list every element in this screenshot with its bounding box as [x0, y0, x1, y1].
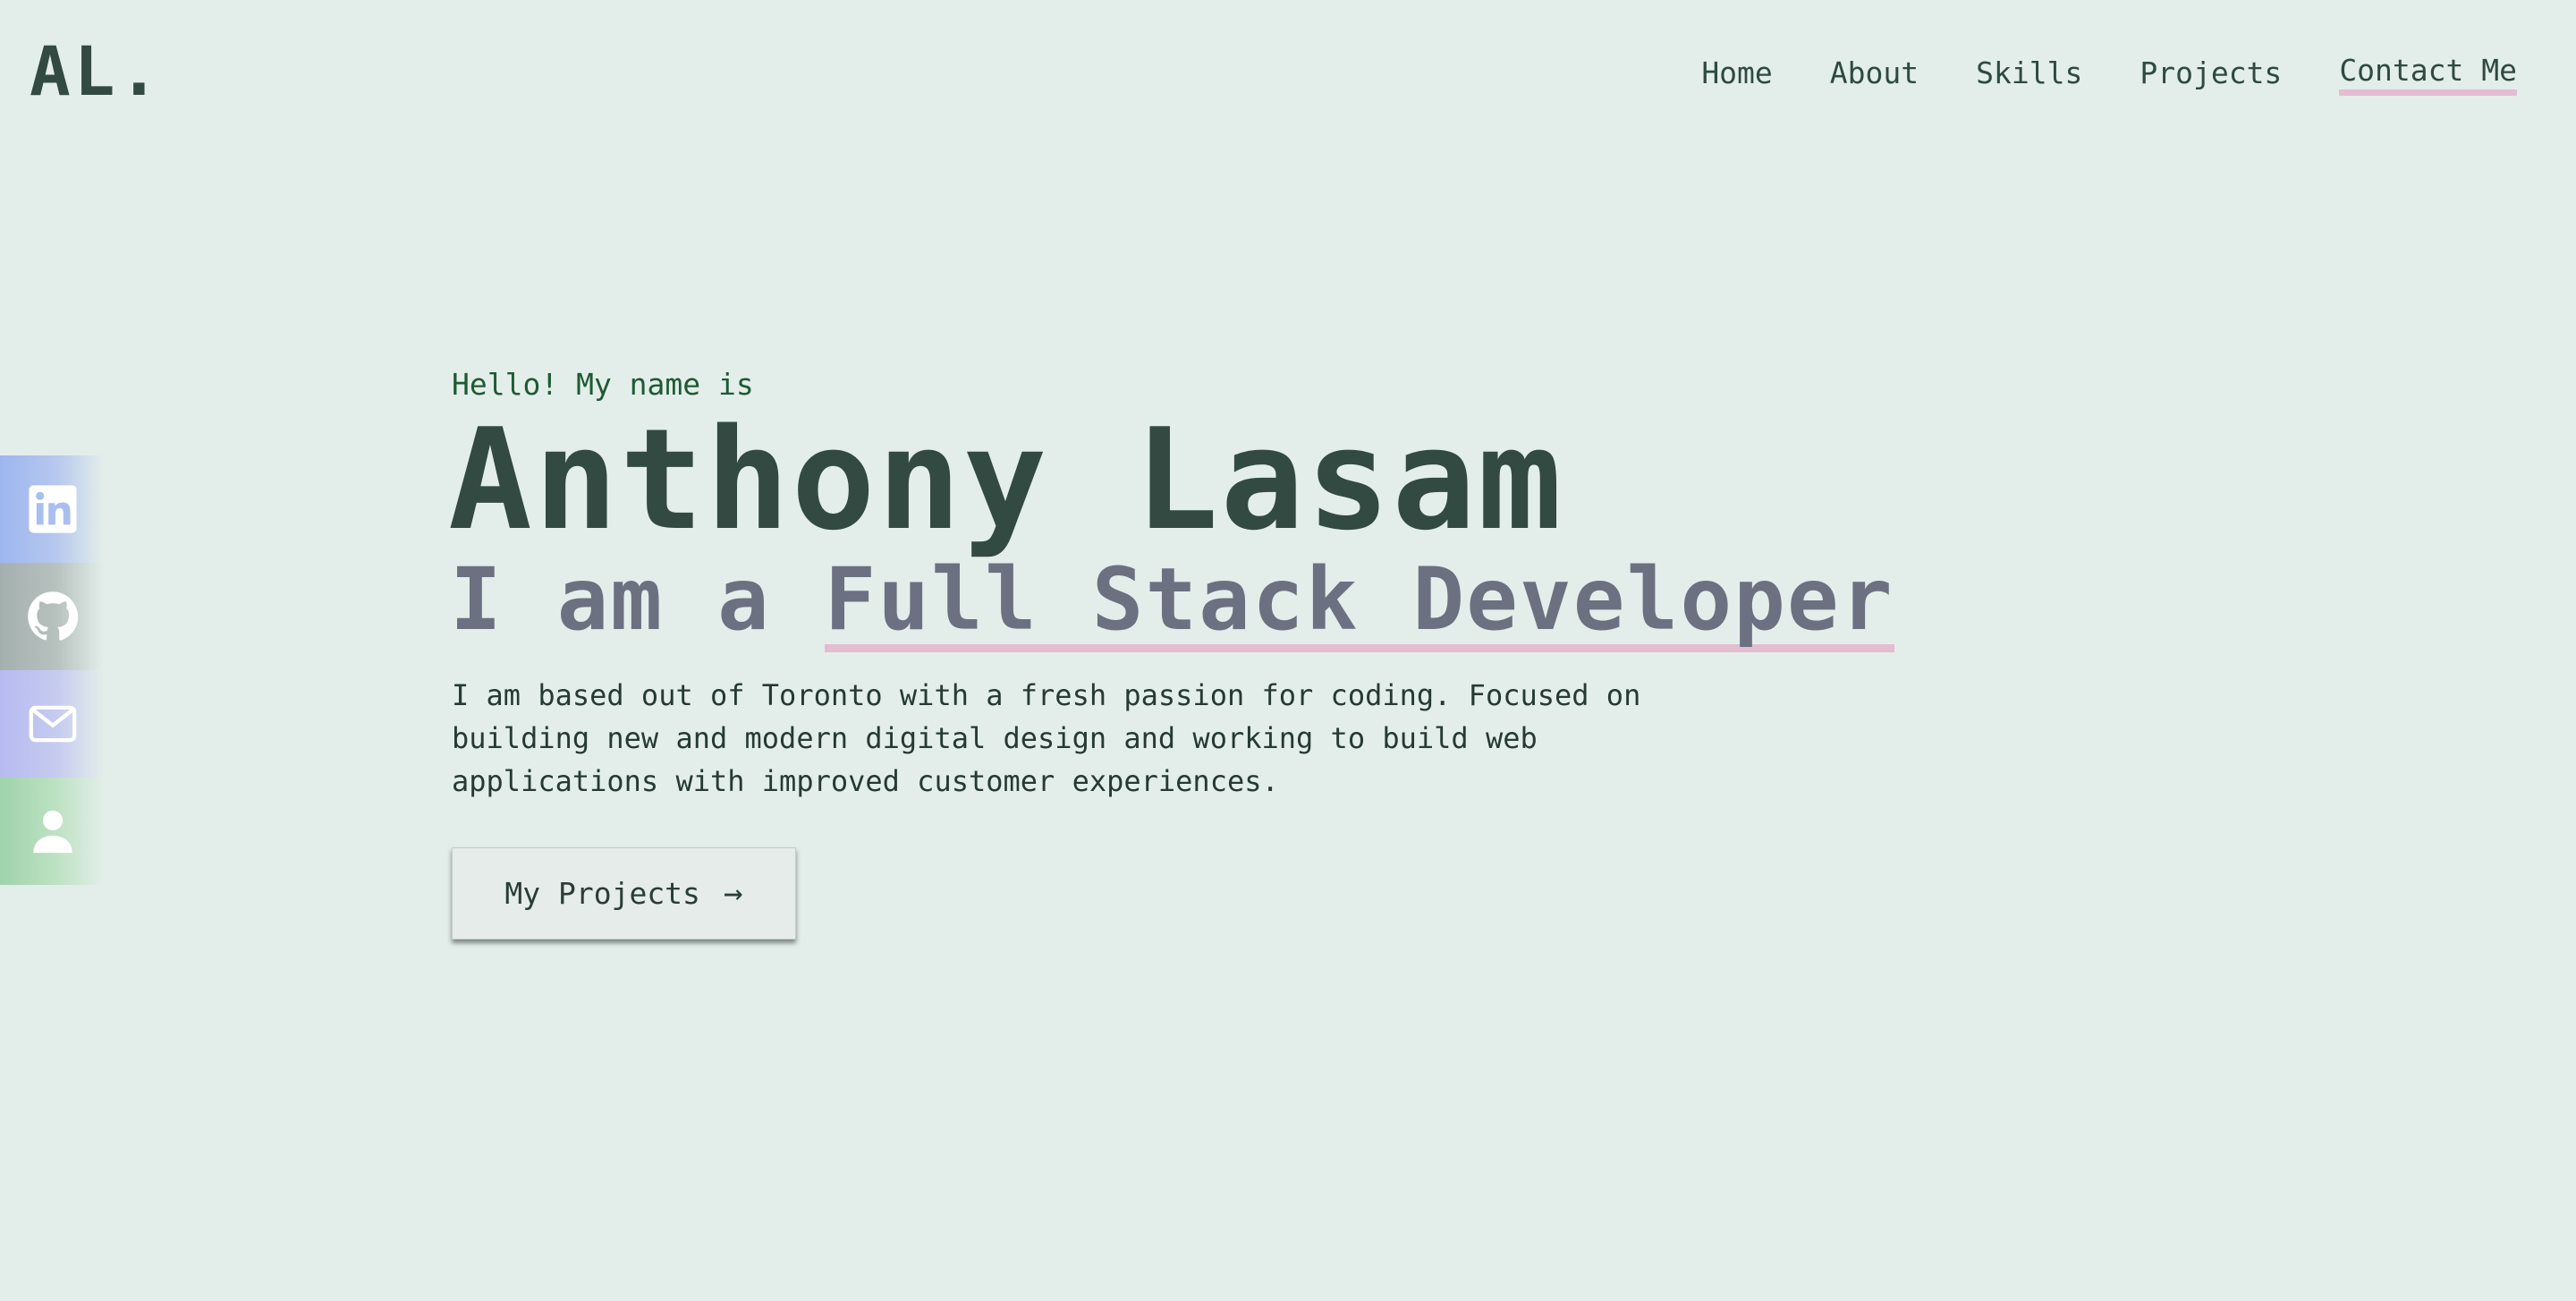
logo[interactable]: AL. — [30, 34, 163, 109]
my-projects-label: My Projects — [504, 876, 700, 911]
linkedin-link[interactable] — [0, 455, 104, 563]
linkedin-icon — [29, 485, 77, 533]
hero-role: I am a Full Stack Developer — [450, 547, 1972, 652]
nav-about[interactable]: About — [1830, 54, 1919, 93]
arrow-right-icon: → — [723, 874, 743, 912]
hero-name: Anthony Lasam — [448, 398, 1563, 561]
nav-projects[interactable]: Projects — [2140, 54, 2282, 93]
main-nav: Home About Skills Projects Contact Me — [1701, 52, 2517, 96]
nav-contact-me[interactable]: Contact Me — [2339, 52, 2517, 96]
mail-icon — [29, 705, 77, 743]
github-link[interactable] — [0, 563, 104, 670]
email-link[interactable] — [0, 670, 104, 778]
role-prefix: I am a — [450, 549, 825, 650]
nav-skills[interactable]: Skills — [1976, 54, 2082, 93]
my-projects-button[interactable]: My Projects → — [452, 847, 796, 940]
person-icon — [33, 810, 72, 854]
nav-home[interactable]: Home — [1701, 54, 1772, 93]
bio-text: I am based out of Toronto with a fresh p… — [452, 678, 1641, 798]
role-highlight: Full Stack Developer — [824, 555, 1894, 652]
hero-section: Hello! My name is Anthony Lasam I am a F… — [448, 362, 1972, 940]
github-icon — [28, 591, 79, 641]
social-sidebar — [0, 455, 104, 885]
resume-link[interactable] — [0, 778, 104, 885]
